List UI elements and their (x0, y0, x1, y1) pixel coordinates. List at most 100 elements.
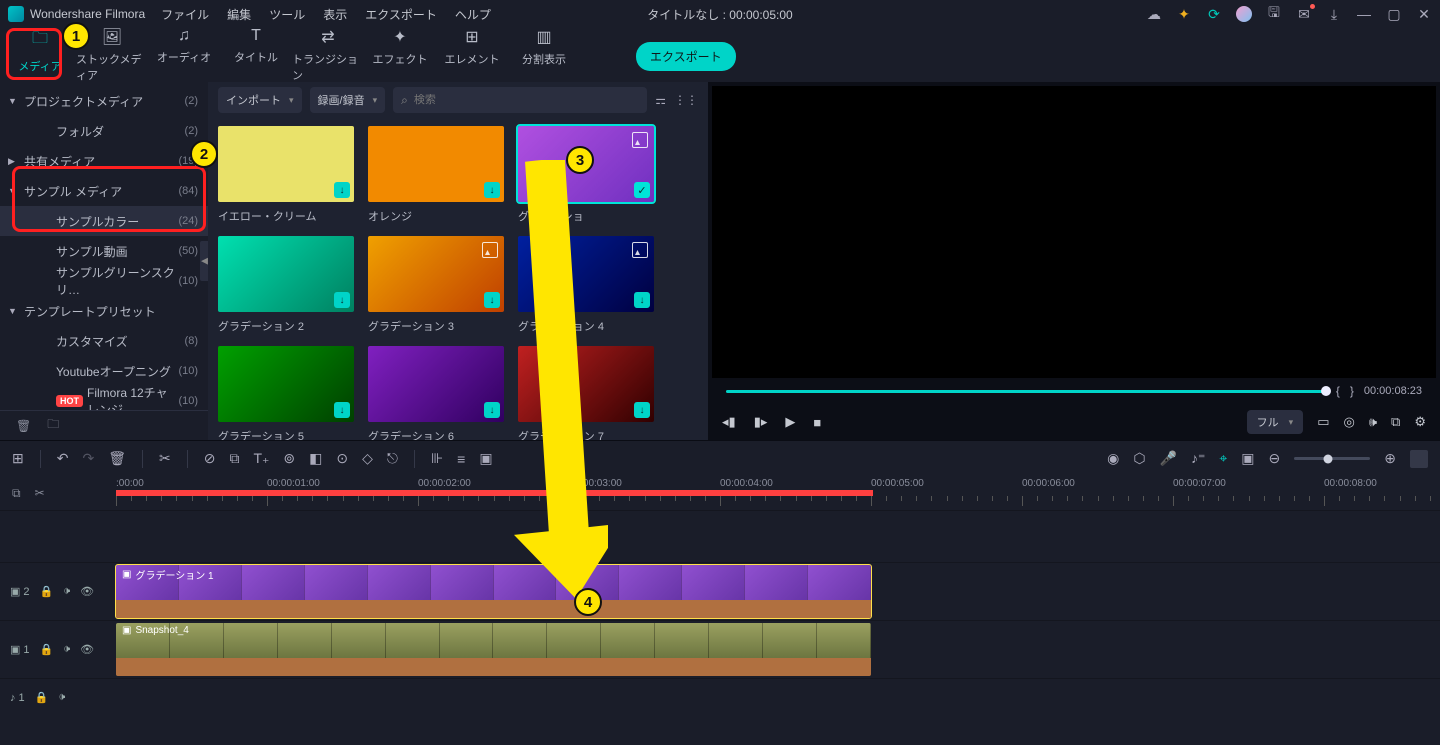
bulb-icon[interactable]: ✦ (1176, 6, 1192, 22)
keyframe-icon[interactable]: ⎋ (387, 450, 398, 467)
play-icon[interactable]: ▶ (785, 414, 795, 430)
mute-icon[interactable]: 🕩 (58, 691, 65, 704)
ruler-fit-icon[interactable]: ⧉ (12, 486, 21, 501)
media-thumb[interactable]: ↓グラデーション 7 (518, 346, 654, 440)
redo-icon[interactable]: ↷ (82, 450, 94, 467)
sidebar-item[interactable]: ▼プロジェクトメディア(2) (0, 86, 208, 116)
media-thumb[interactable]: ↓イエロー・クリーム (218, 126, 354, 224)
sidebar-item[interactable]: カスタマイズ(8) (0, 326, 208, 356)
tab-オーディオ[interactable]: ♫オーディオ (148, 27, 220, 83)
media-thumb[interactable]: ↓オレンジ (368, 126, 504, 224)
tab-ストックメディア[interactable]: 🖼ストックメディア (76, 27, 148, 83)
tab-タイトル[interactable]: Tタイトル (220, 27, 292, 83)
tab-メディア[interactable]: 🗀メディア (4, 27, 76, 83)
tab-エフェクト[interactable]: ✦エフェクト (364, 27, 436, 83)
media-thumb[interactable]: ↓グラデーション 6 (368, 346, 504, 440)
tl-adjust-icon[interactable]: ⊞ (12, 450, 24, 467)
maximize-icon[interactable]: ▢ (1386, 6, 1402, 22)
minimize-icon[interactable]: — (1356, 6, 1372, 22)
zoom-in-icon[interactable]: ⊕ (1384, 450, 1396, 467)
search-input[interactable] (414, 94, 639, 106)
prev-frame-icon[interactable]: ◂▮ (722, 414, 736, 430)
menu-エクスポート[interactable]: エクスポート (365, 6, 437, 23)
eye-icon[interactable]: 👁 (80, 585, 94, 598)
zoom-slider[interactable] (1294, 457, 1370, 460)
export-button[interactable]: エクスポート (636, 42, 736, 71)
render-icon[interactable]: ▣ (479, 450, 492, 467)
save-icon[interactable]: 🖫 (1266, 6, 1282, 22)
sidebar-item[interactable]: ▶共有メディア(19) (0, 146, 208, 176)
menu-表示[interactable]: 表示 (323, 6, 347, 23)
sidebar-item[interactable]: Youtubeオープニング(10) (0, 356, 208, 386)
sidebar-item[interactable]: HOTFilmora 12チャレンジ(10) (0, 386, 208, 410)
menu-編集[interactable]: 編集 (227, 6, 251, 23)
menu-ツール[interactable]: ツール (269, 6, 305, 23)
media-thumb[interactable]: ↓グラデーション 2 (218, 236, 354, 334)
media-thumb[interactable]: ↓グラデーション 4 (518, 236, 654, 334)
ruler-cut-icon[interactable]: ✂ (35, 486, 45, 500)
lock-icon[interactable]: 🔒 (40, 585, 54, 598)
avatar-icon[interactable] (1236, 6, 1252, 22)
tl-music-icon[interactable]: ♪⁼ (1191, 450, 1205, 467)
recycle-icon[interactable]: 🗑 (16, 419, 31, 433)
track-v2-head[interactable]: ▣ 2 🔒 🕩 👁 (0, 563, 116, 620)
timeline-ruler[interactable]: :00:0000:00:01:0000:00:02:0000:00:03:000… (116, 476, 1440, 510)
panel-collapse-handle[interactable]: ◀ (200, 241, 208, 281)
tab-トランジション[interactable]: ⇄トランジション (292, 27, 364, 83)
grid-view-icon[interactable]: ⋮⋮ (674, 93, 698, 107)
sidebar-item[interactable]: サンプル動画(50) (0, 236, 208, 266)
timer-icon[interactable]: ⊙ (336, 450, 348, 467)
settings-icon[interactable]: ⚙ (1414, 414, 1426, 430)
mail-icon[interactable]: ✉ (1296, 6, 1312, 22)
tab-エレメント[interactable]: ⊞エレメント (436, 27, 508, 83)
tab-分割表示[interactable]: ▥分割表示 (508, 27, 580, 83)
media-thumb[interactable]: ↓グラデーション 5 (218, 346, 354, 440)
track-a1-head[interactable]: ♪ 1 🔒 🕩 (0, 679, 116, 716)
tag2-icon[interactable]: ◇ (362, 450, 373, 467)
sidebar-item[interactable]: ▼サンプル メディア(84) (0, 176, 208, 206)
import-dropdown[interactable]: インポート▾ (218, 87, 302, 113)
menu-ファイル[interactable]: ファイル (161, 6, 209, 23)
color-icon[interactable]: ◧ (309, 450, 322, 467)
menu-ヘルプ[interactable]: ヘルプ (455, 6, 491, 23)
brace-open-icon[interactable]: { (1336, 384, 1340, 398)
volume-icon[interactable]: 🕪 (1369, 414, 1377, 430)
media-thumb[interactable]: ✓グラデーショ (518, 126, 654, 224)
clip-snapshot-4[interactable]: ▣Snapshot_4 (116, 623, 871, 676)
popout-icon[interactable]: ⧉ (1391, 414, 1400, 430)
record-dropdown[interactable]: 録画/録音▾ (310, 87, 386, 113)
lock-icon[interactable]: 🔒 (35, 691, 49, 704)
search-box[interactable]: ⌕ (393, 87, 647, 113)
zoom-out-icon[interactable]: ⊖ (1269, 450, 1281, 467)
sidebar-item[interactable]: ▼テンプレートプリセット (0, 296, 208, 326)
zoom-fit-icon[interactable] (1410, 450, 1428, 468)
cut-icon[interactable]: ✂ (159, 450, 171, 467)
snapshot-icon[interactable]: ◎ (1344, 414, 1355, 430)
brace-close-icon[interactable]: } (1350, 384, 1354, 398)
headset-icon[interactable]: ⟳ (1206, 6, 1222, 22)
mute-icon[interactable]: 🕩 (63, 585, 70, 598)
text-add-icon[interactable]: T₊ (253, 450, 269, 467)
crop-icon[interactable]: ⧉ (229, 450, 239, 467)
download-icon[interactable]: ⤓ (1326, 6, 1342, 22)
mixer-icon[interactable]: ≡ (457, 451, 465, 467)
filter-icon[interactable]: ⚎ (655, 93, 666, 107)
track-v1-head[interactable]: ▣ 1 🔒 🕩 👁 (0, 621, 116, 678)
stop-icon[interactable]: ■ (813, 415, 821, 430)
align-icon[interactable]: ⊪ (431, 450, 443, 467)
quality-dropdown[interactable]: フル▾ (1247, 410, 1304, 434)
preview-scrubber[interactable] (726, 390, 1326, 393)
sidebar-item[interactable]: サンプルグリーンスクリ…(10) (0, 266, 208, 296)
sidebar-item[interactable]: フォルダ(2) (0, 116, 208, 146)
tl-mic-icon[interactable]: 🎤 (1160, 450, 1177, 467)
tl-magnet-icon[interactable]: ⌖ (1219, 450, 1227, 467)
lock-icon[interactable]: 🔒 (40, 643, 54, 656)
clip-gradient-1[interactable]: ▣グラデーション 1 (116, 565, 871, 618)
eye-icon[interactable]: 👁 (80, 643, 94, 656)
cloud-icon[interactable]: ☁ (1146, 6, 1162, 22)
sidebar-item[interactable]: サンプルカラー(24) (0, 206, 208, 236)
media-thumb[interactable]: ↓グラデーション 3 (368, 236, 504, 334)
undo-icon[interactable]: ↶ (57, 450, 69, 467)
delete-icon[interactable]: 🗑 (108, 450, 126, 467)
mute-icon[interactable]: 🕩 (63, 643, 70, 656)
